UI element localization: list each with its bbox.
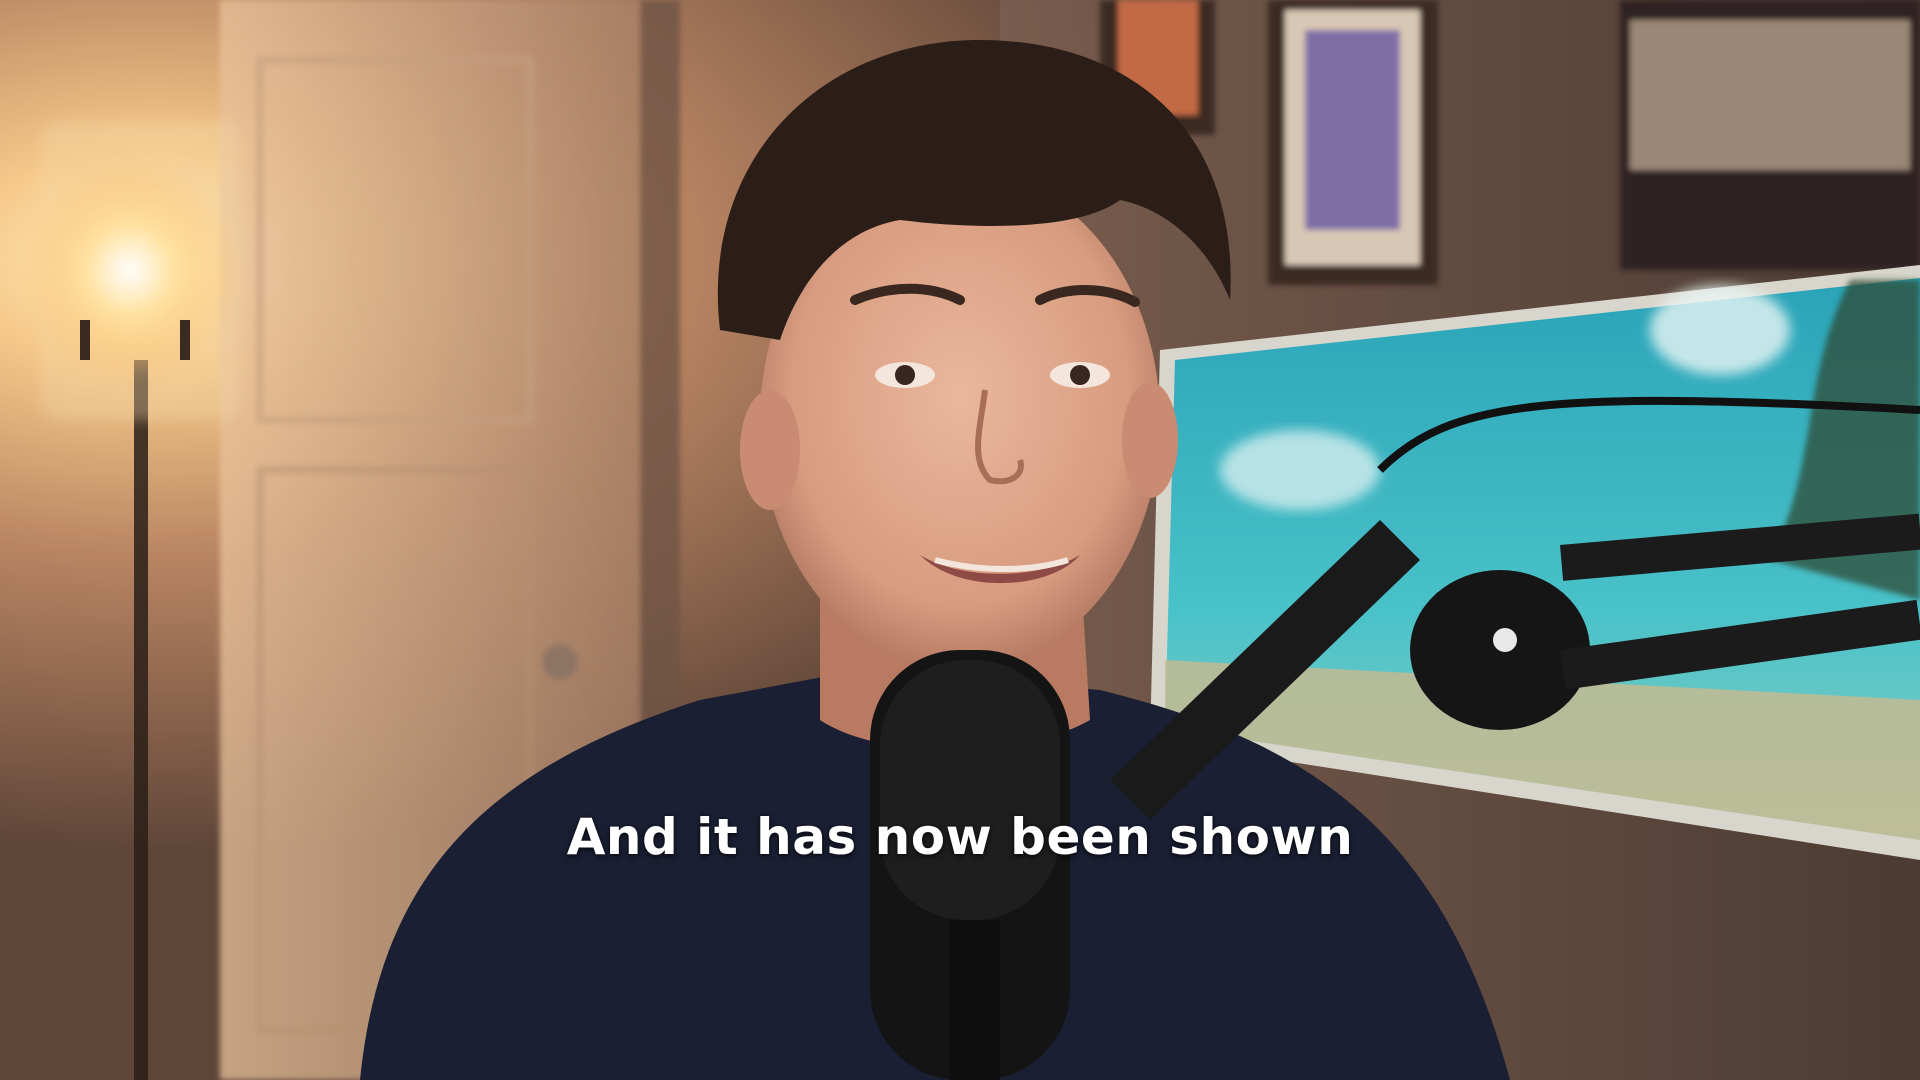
scene-illustration bbox=[0, 0, 1920, 1080]
video-frame[interactable]: And it has now been shown bbox=[0, 0, 1920, 1080]
video-subtitle: And it has now been shown bbox=[566, 808, 1354, 866]
